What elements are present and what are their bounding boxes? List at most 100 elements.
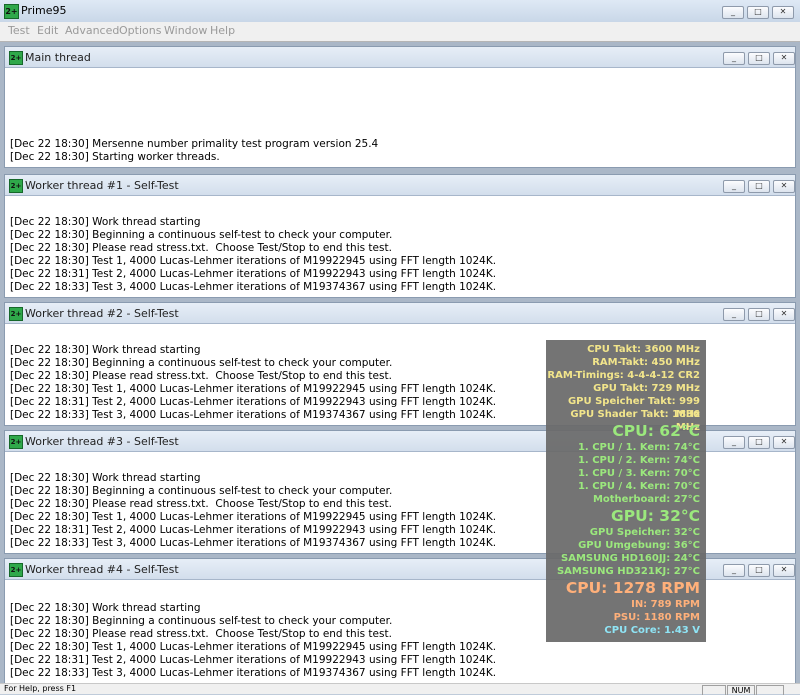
minimize-button[interactable]: _ bbox=[723, 436, 745, 449]
worker-thread-1-window[interactable]: 2+ Worker thread #1 - Self-Test _ □ ✕ [D… bbox=[4, 174, 796, 298]
prime95-icon: 2+ bbox=[9, 435, 23, 449]
log-line: [Dec 22 18:30] Please read stress.txt. C… bbox=[10, 242, 392, 254]
menu-bar: Test Edit Advanced Options Window Help bbox=[0, 22, 800, 42]
close-button[interactable]: ✕ bbox=[772, 6, 794, 19]
overlay-reading: GPU Speicher Takt: 999 MHz bbox=[567, 396, 700, 420]
minimize-button[interactable]: _ bbox=[723, 180, 745, 193]
log-line: [Dec 22 18:30] Test 1, 4000 Lucas-Lehmer… bbox=[10, 511, 497, 523]
log-line: [Dec 22 18:31] Test 2, 4000 Lucas-Lehmer… bbox=[10, 268, 497, 280]
overlay-reading: 1. CPU / 2. Kern: 74°C bbox=[577, 455, 700, 466]
overlay-reading: GPU Umgebung: 36°C bbox=[578, 540, 700, 551]
prime95-icon: 2+ bbox=[9, 307, 23, 321]
log-line: [Dec 22 18:30] Test 1, 4000 Lucas-Lehmer… bbox=[10, 641, 497, 653]
menu-help[interactable]: Help bbox=[210, 24, 235, 37]
overlay-reading: CPU Takt: 3600 MHz bbox=[587, 344, 700, 355]
window-title: Worker thread #2 - Self-Test bbox=[25, 307, 179, 320]
maximize-button[interactable]: □ bbox=[748, 564, 770, 577]
status-cell-empty bbox=[702, 685, 726, 695]
log-line: [Dec 22 18:30] Work thread starting bbox=[10, 602, 201, 614]
overlay-reading: GPU Shader Takt: 1836 MHz bbox=[570, 409, 700, 433]
window-title: Worker thread #4 - Self-Test bbox=[25, 563, 179, 576]
log-line: [Dec 22 18:30] Test 1, 4000 Lucas-Lehmer… bbox=[10, 255, 497, 267]
overlay-reading: RAM-Timings: 4-4-4-12 CR2 bbox=[547, 370, 700, 381]
log-text: [Dec 22 18:30] Work thread starting [Dec … bbox=[10, 602, 496, 680]
window-controls: _ □ ✕ bbox=[723, 436, 795, 449]
menu-options[interactable]: Options bbox=[119, 24, 161, 37]
overlay-reading: 1. CPU / 3. Kern: 70°C bbox=[577, 468, 700, 479]
app-titlebar[interactable]: 2+ Prime95 _ □ ✕ bbox=[0, 0, 800, 23]
close-button[interactable]: ✕ bbox=[773, 180, 795, 193]
hardware-monitor-overlay: CPU Takt: 3600 MHz RAM-Takt: 450 MHz RAM-T… bbox=[546, 340, 706, 642]
close-button[interactable]: ✕ bbox=[773, 564, 795, 577]
minimize-button[interactable]: _ bbox=[723, 308, 745, 321]
overlay-reading: SAMSUNG HD160JJ: 24°C bbox=[561, 553, 700, 564]
log-line: [Dec 22 18:30] Test 1, 4000 Lucas-Lehmer… bbox=[10, 383, 497, 395]
status-num-indicator: NUM bbox=[727, 685, 755, 695]
app-title: Prime95 bbox=[21, 4, 67, 17]
log-line: [Dec 22 18:30] Beginning a continuous se… bbox=[10, 485, 393, 497]
minimize-button[interactable]: _ bbox=[722, 6, 744, 19]
log-line: [Dec 22 18:30] Work thread starting bbox=[10, 472, 201, 484]
maximize-button[interactable]: □ bbox=[748, 308, 770, 321]
log-text: [Dec 22 18:30] Work thread starting [Dec … bbox=[10, 216, 496, 294]
maximize-button[interactable]: □ bbox=[748, 52, 770, 65]
log-line: [Dec 22 18:30] Work thread starting bbox=[10, 344, 201, 356]
overlay-reading: PSU: 1180 RPM bbox=[613, 612, 700, 623]
maximize-button[interactable]: □ bbox=[748, 436, 770, 449]
overlay-reading: GPU Takt: 729 MHz bbox=[593, 383, 700, 394]
status-bar: For Help, press F1 NUM bbox=[0, 683, 800, 695]
overlay-reading: SAMSUNG HD321KJ: 27°C bbox=[556, 566, 700, 577]
log-line: [Dec 22 18:31] Test 2, 4000 Lucas-Lehmer… bbox=[10, 524, 497, 536]
log-line: [Dec 22 18:31] Test 2, 4000 Lucas-Lehmer… bbox=[10, 396, 497, 408]
minimize-button[interactable]: _ bbox=[723, 52, 745, 65]
log-line: [Dec 22 18:30] Beginning a continuous se… bbox=[10, 357, 393, 369]
log-line: [Dec 22 18:31] Test 2, 4000 Lucas-Lehmer… bbox=[10, 654, 497, 666]
app-window-controls: _ □ ✕ bbox=[722, 6, 794, 19]
status-cell-scroll bbox=[756, 685, 784, 695]
log-line: [Dec 22 18:30] Work thread starting bbox=[10, 216, 201, 228]
overlay-reading: CPU Core: 1.43 V bbox=[604, 625, 700, 636]
overlay-reading: Motherboard: 27°C bbox=[592, 494, 700, 505]
close-button[interactable]: ✕ bbox=[773, 436, 795, 449]
log-line: [Dec 22 18:33] Test 3, 4000 Lucas-Lehmer… bbox=[10, 281, 497, 293]
log-text: [Dec 22 18:30] Work thread starting [Dec … bbox=[10, 472, 496, 550]
window-controls: _ □ ✕ bbox=[723, 180, 795, 193]
menu-test[interactable]: Test bbox=[8, 24, 30, 37]
prime95-icon: 2+ bbox=[9, 51, 23, 65]
log-line: [Dec 22 18:33] Test 3, 4000 Lucas-Lehmer… bbox=[10, 409, 497, 421]
overlay-reading: 1. CPU / 4. Kern: 70°C bbox=[577, 481, 700, 492]
log-line: [Dec 22 18:30] Beginning a continuous se… bbox=[10, 615, 393, 627]
prime95-icon: 2+ bbox=[4, 4, 19, 19]
overlay-reading: IN: 789 RPM bbox=[631, 599, 700, 610]
window-controls: _ □ ✕ bbox=[723, 308, 795, 321]
window-titlebar[interactable]: 2+ Main thread _ □ ✕ bbox=[5, 47, 795, 68]
log-line: [Dec 22 18:30] Starting worker threads. bbox=[10, 151, 220, 163]
log-area[interactable]: [Dec 22 18:30] Mersenne number primality… bbox=[5, 68, 795, 167]
menu-edit[interactable]: Edit bbox=[37, 24, 58, 37]
maximize-button[interactable]: □ bbox=[747, 6, 769, 19]
log-line: [Dec 22 18:30] Please read stress.txt. C… bbox=[10, 370, 392, 382]
window-titlebar[interactable]: 2+ Worker thread #1 - Self-Test _ □ ✕ bbox=[5, 175, 795, 196]
window-controls: _ □ ✕ bbox=[723, 564, 795, 577]
log-text: [Dec 22 18:30] Work thread starting [Dec … bbox=[10, 344, 496, 422]
log-line: [Dec 22 18:30] Beginning a continuous se… bbox=[10, 229, 393, 241]
log-text: [Dec 22 18:30] Mersenne number primality… bbox=[10, 138, 378, 164]
close-button[interactable]: ✕ bbox=[773, 52, 795, 65]
window-title: Worker thread #1 - Self-Test bbox=[25, 179, 179, 192]
maximize-button[interactable]: □ bbox=[748, 180, 770, 193]
overlay-reading: 1. CPU / 1. Kern: 74°C bbox=[577, 442, 700, 453]
main-thread-window[interactable]: 2+ Main thread _ □ ✕ [Dec 22 18:30] Mers… bbox=[4, 46, 796, 168]
minimize-button[interactable]: _ bbox=[723, 564, 745, 577]
window-controls: _ □ ✕ bbox=[723, 52, 795, 65]
log-area[interactable]: [Dec 22 18:30] Work thread starting [Dec … bbox=[5, 196, 795, 297]
menu-window[interactable]: Window bbox=[164, 24, 207, 37]
close-button[interactable]: ✕ bbox=[773, 308, 795, 321]
log-line: [Dec 22 18:30] Please read stress.txt. C… bbox=[10, 628, 392, 640]
overlay-reading: CPU: 1278 RPM bbox=[565, 579, 700, 597]
overlay-reading: GPU: 32°C bbox=[611, 507, 700, 525]
prime95-icon: 2+ bbox=[9, 563, 23, 577]
prime95-icon: 2+ bbox=[9, 179, 23, 193]
overlay-reading: RAM-Takt: 450 MHz bbox=[592, 357, 700, 368]
menu-advanced[interactable]: Advanced bbox=[65, 24, 119, 37]
window-titlebar[interactable]: 2+ Worker thread #2 - Self-Test _ □ ✕ bbox=[5, 303, 795, 324]
